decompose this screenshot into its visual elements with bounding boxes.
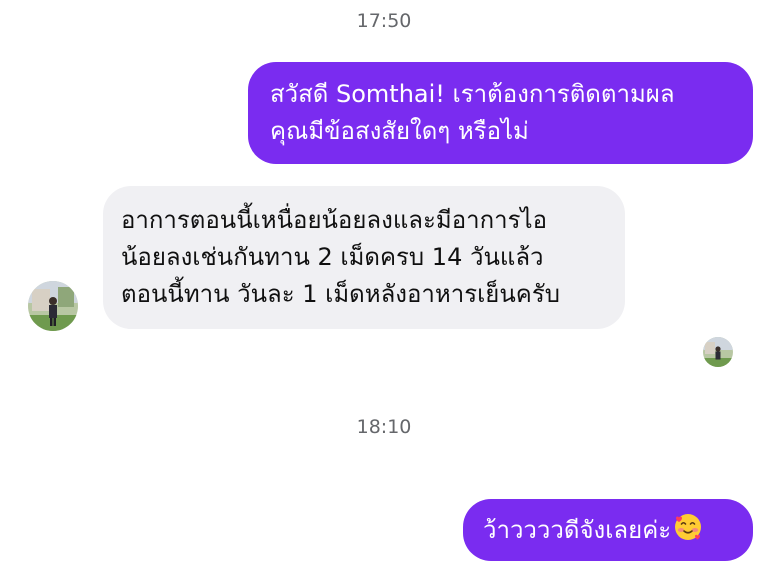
timestamp: 17:50 — [356, 10, 412, 32]
incoming-message[interactable]: อาการตอนนี้เหนื่อยน้อยลงและมีอาการไอ น้อ… — [103, 186, 625, 329]
timestamp: 18:10 — [356, 416, 412, 438]
contact-avatar[interactable] — [28, 281, 78, 331]
truncated-footer — [540, 566, 700, 575]
outgoing-message[interactable]: ว้าววววดีจังเลยค่ะ — [463, 499, 753, 561]
chat-thread: 17:50 สวัสดี Somthai! เราต้องการติดตามผล… — [0, 0, 768, 575]
outgoing-message[interactable]: สวัสดี Somthai! เราต้องการติดตามผล คุณมี… — [248, 62, 753, 164]
seen-avatar — [703, 337, 733, 367]
message-text: ว้าววววดีจังเลยค่ะ — [483, 516, 672, 544]
smiling-face-with-hearts-icon — [673, 512, 703, 542]
contact-avatar-photo — [28, 281, 78, 331]
seen-avatar-photo — [703, 337, 733, 367]
